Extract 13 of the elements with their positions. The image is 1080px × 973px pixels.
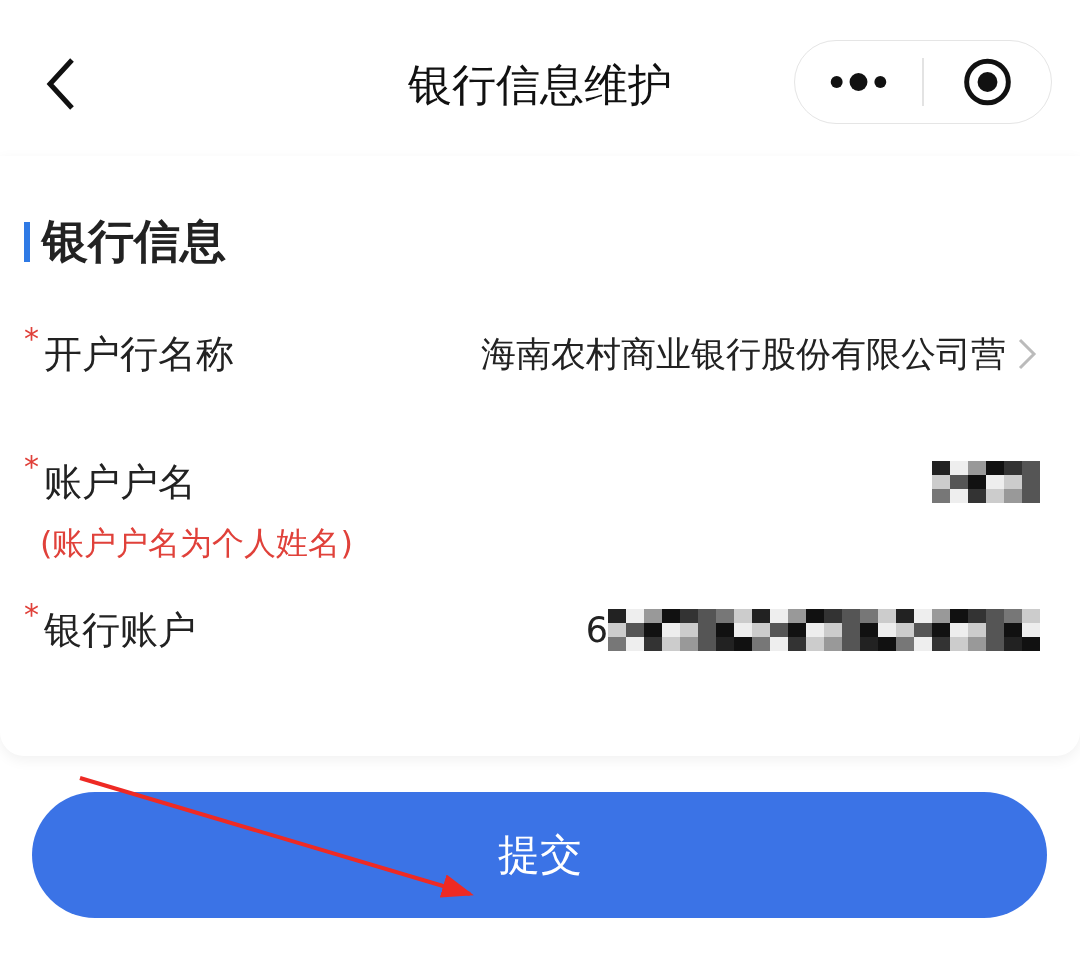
page-title: 银行信息维护 — [407, 58, 673, 112]
submit-button[interactable]: 提交 — [32, 792, 1047, 918]
accent-bar — [24, 222, 30, 262]
required-mark: * — [24, 596, 40, 632]
field-value[interactable]: 海南农村商业银行股份有限公司营 — [481, 330, 1006, 378]
field-label: 账户户名 — [44, 458, 196, 506]
hint-text: (账户户名为个人姓名) — [40, 523, 354, 564]
field-label: 开户行名称 — [44, 330, 234, 378]
section-title: 银行信息 — [42, 213, 226, 270]
field-value: 6 — [585, 610, 608, 650]
required-mark: * — [24, 320, 40, 356]
required-mark: * — [24, 448, 40, 484]
field-label: 银行账户 — [44, 606, 196, 654]
